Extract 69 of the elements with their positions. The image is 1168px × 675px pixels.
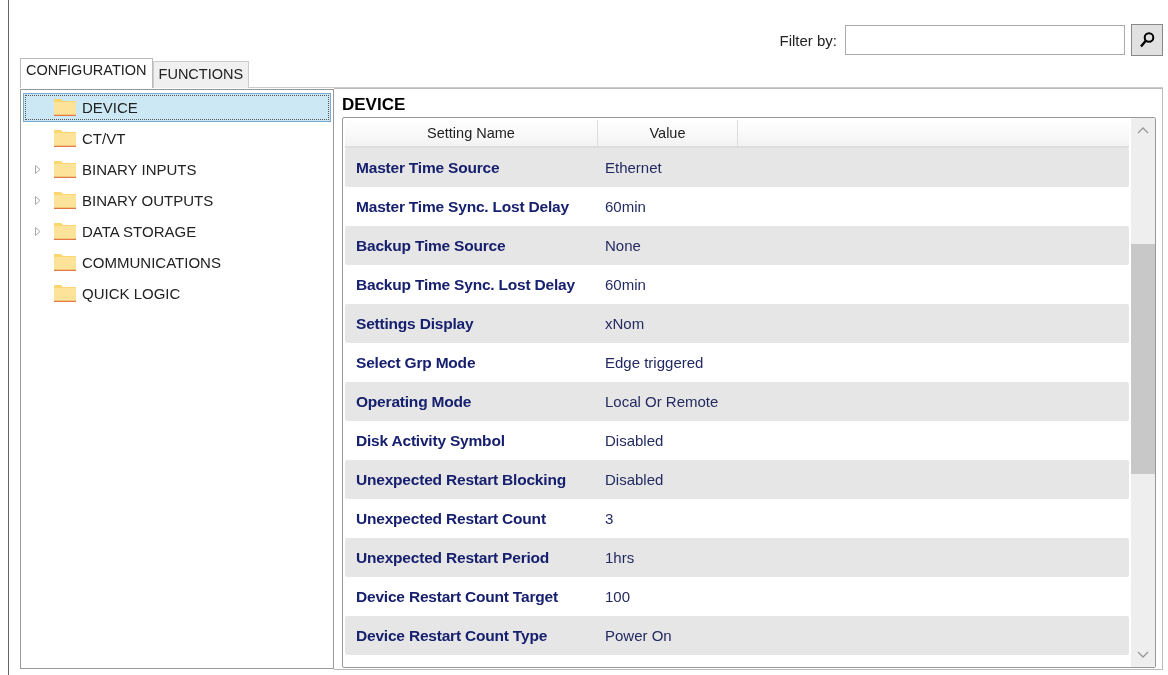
tab[interactable]: FUNCTIONS	[152, 61, 250, 88]
table-row[interactable]: Operating Mode Local Or Remote	[345, 382, 1129, 421]
scroll-up-icon[interactable]	[1137, 126, 1149, 134]
tree-item[interactable]: BINARY OUTPUTS	[53, 186, 331, 215]
setting-name: Unexpected Restart Period	[355, 548, 551, 567]
folder-icon	[54, 223, 76, 240]
table-row[interactable]: Unexpected Restart Count 3	[345, 499, 1129, 538]
setting-value: 60min	[604, 276, 646, 293]
table-row[interactable]: Device Restart Count Target 100	[345, 577, 1129, 616]
folder-icon	[54, 99, 76, 116]
setting-value: 3	[604, 510, 614, 527]
table-row[interactable]: Select Grp Mode Edge triggered	[345, 343, 1129, 382]
setting-name: Disk Activity Symbol	[355, 431, 506, 450]
table-row[interactable]: Disk Activity Symbol Disabled	[345, 421, 1129, 460]
setting-name: Backup Time Source	[355, 236, 507, 255]
setting-value: 100	[604, 588, 631, 605]
folder-icon	[54, 285, 76, 302]
expand-arrow-icon[interactable]	[35, 227, 41, 236]
folder-icon	[54, 130, 76, 147]
filter-label: Filter by:	[779, 31, 837, 49]
column-header[interactable]: Value	[598, 120, 738, 146]
setting-name: Unexpected Restart Blocking	[355, 470, 567, 489]
tree-item[interactable]: BINARY INPUTS	[53, 155, 331, 184]
tree-item[interactable]: COMMUNICATIONS	[53, 248, 331, 277]
setting-name: Operating Mode	[355, 392, 473, 411]
setting-value: Disabled	[604, 471, 664, 488]
setting-name: Unexpected Restart Count	[355, 509, 547, 528]
setting-name: Master Time Source	[355, 158, 501, 177]
expand-arrow-icon[interactable]	[35, 165, 41, 174]
setting-value: Disabled	[604, 432, 664, 449]
table-row[interactable]: Device Restart Count Type Power On	[345, 616, 1129, 655]
table-row[interactable]: Unexpected Restart Blocking Disabled	[345, 460, 1129, 499]
table-row[interactable]: Settings Display xNom	[345, 304, 1129, 343]
panel-title: DEVICE	[342, 95, 407, 116]
setting-value: 60min	[604, 198, 646, 215]
scroll-down-icon[interactable]	[1137, 651, 1149, 659]
folder-icon	[54, 254, 76, 271]
tree-item[interactable]: DEVICE	[23, 93, 331, 122]
tree-item[interactable]: DATA STORAGE	[53, 217, 331, 246]
column-header[interactable]: Setting Name	[345, 120, 598, 146]
search-icon	[1138, 31, 1156, 49]
setting-name: Device Restart Count Type	[355, 626, 549, 645]
expand-arrow-icon[interactable]	[35, 196, 41, 205]
setting-value: xNom	[604, 315, 645, 332]
folder-icon	[54, 192, 76, 209]
tab[interactable]: CONFIGURATION	[20, 58, 153, 88]
setting-name: Master Time Sync. Lost Delay	[355, 197, 570, 216]
folder-icon	[54, 161, 76, 178]
table-row[interactable]: Master Time Sync. Lost Delay 60min	[345, 187, 1129, 226]
filter-field[interactable]	[845, 25, 1125, 55]
scroll-thumb[interactable]	[1131, 244, 1155, 474]
table-row[interactable]: Backup Time Source None	[345, 226, 1129, 265]
tree-item[interactable]: CT/VT	[53, 124, 331, 153]
table-row[interactable]: Backup Time Sync. Lost Delay 60min	[345, 265, 1129, 304]
setting-value: 1hrs	[604, 549, 635, 566]
setting-value: Power On	[604, 627, 672, 644]
scrollbar[interactable]	[1131, 118, 1155, 667]
table-row[interactable]: Unexpected Restart Period 1hrs	[345, 538, 1129, 577]
tree-item[interactable]: QUICK LOGIC	[53, 279, 331, 308]
setting-name: Backup Time Sync. Lost Delay	[355, 275, 576, 294]
setting-value: None	[604, 237, 641, 254]
setting-name: Settings Display	[355, 314, 475, 333]
setting-value: Local Or Remote	[604, 393, 719, 410]
search-button[interactable]	[1131, 24, 1163, 56]
setting-name: Select Grp Mode	[355, 353, 477, 372]
setting-value: Ethernet	[604, 159, 662, 176]
table-row[interactable]: Master Time Source Ethernet	[345, 148, 1129, 187]
setting-name: Device Restart Count Target	[355, 587, 559, 606]
setting-value: Edge triggered	[604, 354, 704, 371]
